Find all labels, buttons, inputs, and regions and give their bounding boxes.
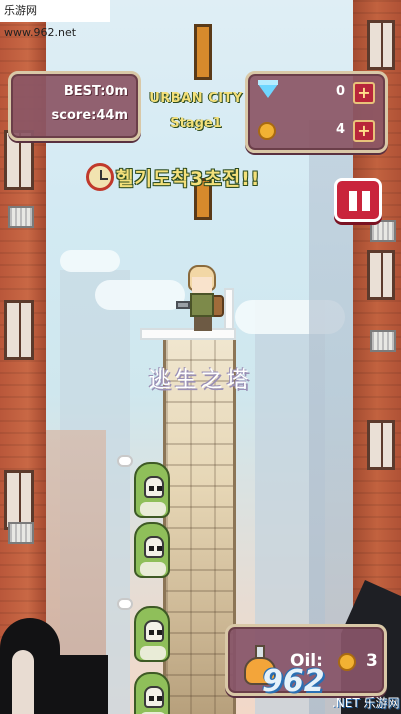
speech-bubble-icon	[117, 455, 133, 467]
hero-face	[192, 277, 212, 293]
pause-button[interactable]	[334, 178, 382, 222]
coin-icon	[258, 122, 276, 140]
speech-bubble-icon	[117, 598, 133, 610]
helicopter-arrival-alert: 헬기도착3초전!!	[116, 168, 261, 190]
diamond-icon	[258, 80, 278, 98]
zombie-enemy	[134, 462, 170, 518]
best-distance: BEST:0m	[63, 84, 128, 99]
stage-name: URBAN CITY	[149, 91, 243, 106]
zombie-enemy	[134, 672, 170, 714]
window	[367, 250, 395, 300]
cloud	[60, 250, 120, 272]
pause-icon	[362, 191, 370, 211]
pause-icon	[349, 191, 357, 211]
window	[367, 420, 395, 470]
air-conditioner	[8, 206, 34, 228]
add-gems-button[interactable]: +	[353, 82, 375, 104]
hero-legs	[194, 317, 212, 331]
zombie-enemy	[134, 606, 170, 662]
stage-number: Stage1	[170, 116, 222, 131]
window	[367, 20, 395, 70]
current-score: score:44m	[51, 108, 128, 123]
site-logo: 962 .NET 乐游网	[262, 664, 401, 712]
logo-subtitle: .NET 乐游网	[332, 696, 400, 710]
cloud	[95, 280, 185, 310]
resources-panel: 0 + 4 +	[245, 71, 388, 153]
add-coins-button[interactable]: +	[353, 120, 375, 142]
score-panel: BEST:0m score:44m	[8, 71, 141, 141]
zombie-enemy	[134, 522, 170, 578]
hammer-icon	[176, 301, 190, 309]
logo-number: 962	[262, 664, 325, 699]
coins-count: 4	[335, 122, 345, 137]
gems-count: 0	[335, 84, 345, 99]
window	[4, 300, 34, 360]
watermark: 乐游网 www.962.net	[0, 0, 110, 39]
alarm-clock-icon	[86, 163, 114, 191]
drop-pipe	[194, 24, 212, 80]
coins-row: 4 +	[258, 120, 375, 142]
hero-character	[176, 265, 230, 333]
air-conditioner	[370, 220, 396, 242]
air-conditioner	[370, 330, 396, 352]
gems-row: 0 +	[258, 80, 375, 104]
air-conditioner	[8, 522, 34, 544]
window	[4, 470, 34, 530]
hero-body	[190, 293, 214, 317]
tower-title: 逃生之塔	[148, 368, 253, 393]
foreground-silhouette	[0, 600, 108, 714]
